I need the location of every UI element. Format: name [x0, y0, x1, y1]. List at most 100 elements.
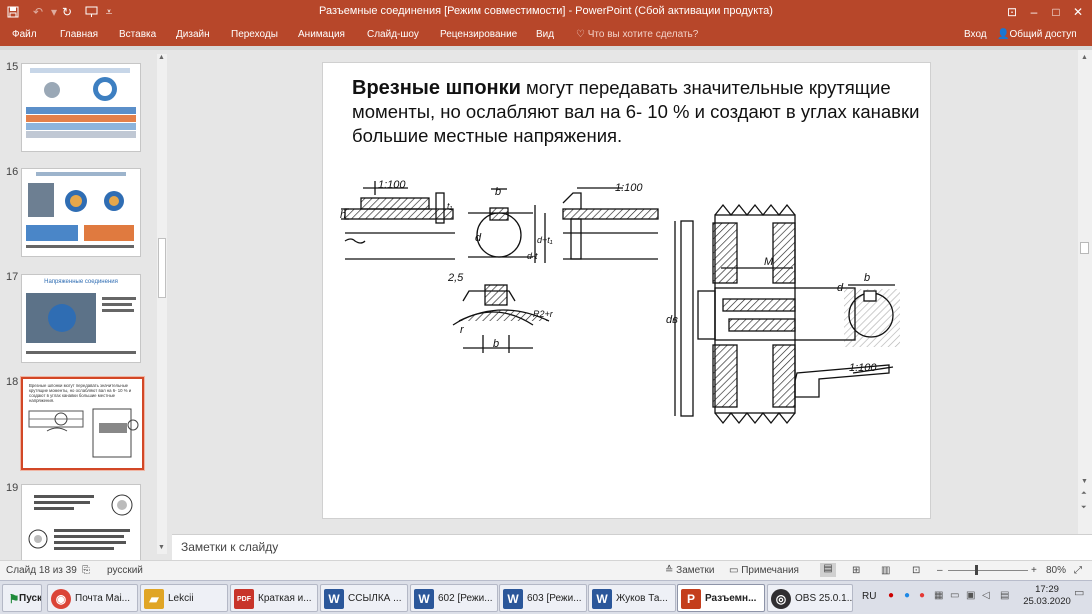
status-bar: Слайд 18 из 39 ⎘ русский ≙ Заметки ▭ При… — [0, 560, 1092, 580]
taskbar-item-folder[interactable]: ▰ Lekcii — [140, 584, 228, 612]
ribbon-display-icon[interactable]: ⊡ — [1001, 2, 1023, 22]
close-button[interactable]: ✕ — [1067, 2, 1089, 22]
thumbnail-scrollbar[interactable]: ▲ ▼ — [157, 54, 167, 554]
tab-transitions[interactable]: Переходы — [231, 29, 278, 40]
notes-pane[interactable]: Заметки к слайду — [172, 534, 1092, 560]
taskbar-item-word[interactable]: W 603 [Режи... — [499, 584, 587, 612]
network-icon[interactable]: ▦ — [934, 590, 943, 601]
slideshow-view-icon[interactable]: ⊡ — [912, 565, 920, 576]
chrome-icon: ◉ — [51, 589, 71, 609]
start-button[interactable]: ⚑ Пуск — [2, 584, 42, 612]
title-bar: ↶ ▾ ↻ ⩡ Разъемные соединения [Режим совм… — [0, 0, 1092, 24]
scroll-up-icon[interactable]: ▲ — [1081, 54, 1088, 61]
zoom-in-button[interactable]: + — [1031, 565, 1037, 576]
thumbnail-graphic — [26, 172, 134, 248]
reading-view-icon[interactable]: ▥ — [881, 565, 890, 576]
powerpoint-icon: P — [681, 589, 701, 609]
maximize-button[interactable]: □ — [1045, 2, 1067, 22]
folder-icon: ▰ — [144, 589, 164, 609]
slide-counter: Слайд 18 из 39 — [6, 565, 77, 576]
tray-app-icon[interactable]: ● — [888, 590, 894, 601]
share-button[interactable]: 👤Общий доступ — [997, 29, 1077, 40]
taskbar-item-label: ССЫЛКА ... — [348, 593, 402, 604]
tab-insert[interactable]: Вставка — [119, 29, 156, 40]
scroll-down-icon[interactable]: ▼ — [158, 544, 165, 551]
taskbar-item-word[interactable]: W 602 [Режи... — [410, 584, 498, 612]
slide-scrollbar[interactable]: ▲ ▼ ⏶ ⏷ — [1078, 50, 1092, 534]
language-indicator[interactable]: русский — [107, 565, 143, 576]
slope-label: 1:100 — [849, 362, 877, 374]
tray-app-icon[interactable]: ▤ — [1000, 590, 1009, 601]
taskbar-item-pdf[interactable]: PDF Краткая и... — [230, 584, 318, 612]
tab-view[interactable]: Вид — [536, 29, 554, 40]
language-indicator[interactable]: RU — [862, 591, 876, 602]
spellcheck-icon[interactable]: ⎘ — [82, 565, 90, 576]
thumbnail-number: 17 — [6, 271, 19, 283]
login-link[interactable]: Вход — [964, 29, 987, 40]
taskbar-item-powerpoint[interactable]: P Разъемн... — [677, 584, 765, 612]
notes-toggle[interactable]: ≙ Заметки — [665, 565, 714, 576]
d-label: d — [475, 232, 482, 244]
taskbar-item-chrome[interactable]: ◉ Почта Mai... — [47, 584, 138, 612]
word-icon: W — [414, 589, 434, 609]
fit-to-window-icon[interactable]: ⤢ — [1074, 565, 1082, 576]
taskbar-item-obs[interactable]: ◎ OBS 25.0.1... — [767, 584, 853, 612]
dB-label: dв — [666, 314, 678, 326]
slide-text[interactable]: Врезные шпонки могут передавать значител… — [352, 76, 927, 148]
taskbar-item-label: Краткая и... — [258, 593, 312, 604]
tab-home[interactable]: Главная — [60, 29, 98, 40]
slide-thumbnail-17[interactable]: Напряженные соединения — [21, 274, 141, 363]
R-label: R2+r — [533, 309, 554, 319]
thumbnail-graphic — [28, 408, 139, 458]
scrollbar-thumb[interactable] — [1080, 242, 1089, 254]
notification-icon[interactable]: ▭ — [1074, 586, 1084, 599]
taskbar-item-label: OBS 25.0.1... — [795, 593, 853, 604]
tab-animations[interactable]: Анимация — [298, 29, 345, 40]
clock-date: 25.03.2020 — [1023, 596, 1071, 607]
b-label: b — [495, 186, 501, 198]
zoom-slider-track[interactable] — [948, 570, 1028, 571]
zoom-level[interactable]: 80% — [1046, 565, 1066, 576]
previous-slide-icon[interactable]: ⏶ — [1081, 490, 1087, 498]
d-label: d — [837, 282, 844, 294]
word-icon: W — [592, 589, 612, 609]
current-slide[interactable]: Врезные шпонки могут передавать значител… — [322, 62, 931, 519]
lightbulb-icon: ♡ — [576, 29, 585, 40]
tell-me-search[interactable]: ♡ Что вы хотите сделать? — [576, 29, 698, 40]
system-clock[interactable]: 17:29 25.03.2020 — [1022, 584, 1072, 608]
tray-app-icon[interactable]: ▣ — [966, 590, 975, 601]
minimize-button[interactable]: – — [1023, 2, 1045, 22]
tab-review[interactable]: Рецензирование — [440, 29, 517, 40]
slide-thumbnail-18[interactable]: Врезные шпонки могут передавать значител… — [21, 377, 144, 470]
tab-file[interactable]: Файл — [12, 29, 37, 40]
slide-thumbnail-16[interactable] — [21, 168, 141, 257]
next-slide-icon[interactable]: ⏷ — [1081, 504, 1087, 512]
tab-design[interactable]: Дизайн — [176, 29, 210, 40]
tray-app-icon[interactable]: ● — [919, 590, 925, 601]
comments-toggle[interactable]: ▭ Примечания — [729, 565, 799, 576]
volume-icon[interactable]: ◁ — [982, 590, 990, 601]
scrollbar-thumb[interactable] — [158, 238, 166, 298]
tab-slideshow[interactable]: Слайд-шоу — [367, 29, 419, 40]
slide-text-bold: Врезные шпонки — [352, 77, 521, 99]
thumbnail-graphic — [26, 293, 136, 354]
zoom-slider-thumb[interactable] — [975, 565, 978, 575]
scroll-down-icon[interactable]: ▼ — [1081, 478, 1088, 485]
zoom-out-button[interactable]: – — [937, 565, 943, 576]
comments-toggle-label: Примечания — [741, 565, 799, 576]
obs-icon: ◎ — [771, 589, 791, 609]
thumbnail-number: 15 — [6, 61, 19, 73]
scroll-up-icon[interactable]: ▲ — [158, 54, 165, 61]
notes-icon: ≙ — [665, 565, 674, 576]
taskbar-item-label: Почта Mai... — [75, 593, 130, 604]
taskbar-item-word[interactable]: W ССЫЛКА ... — [320, 584, 408, 612]
thumbnail-graphic — [26, 68, 136, 138]
battery-icon[interactable]: ▭ — [950, 590, 959, 601]
taskbar-item-label: Lekcii — [168, 593, 194, 604]
taskbar-item-word[interactable]: W Жуков Та... — [588, 584, 676, 612]
thumbnail-graphic — [28, 494, 133, 550]
tray-app-icon[interactable]: ● — [904, 590, 910, 601]
slide-thumbnail-15[interactable] — [21, 63, 141, 152]
slide-sorter-icon[interactable]: ⊞ — [852, 565, 860, 576]
normal-view-icon[interactable]: ▤ — [820, 563, 836, 577]
